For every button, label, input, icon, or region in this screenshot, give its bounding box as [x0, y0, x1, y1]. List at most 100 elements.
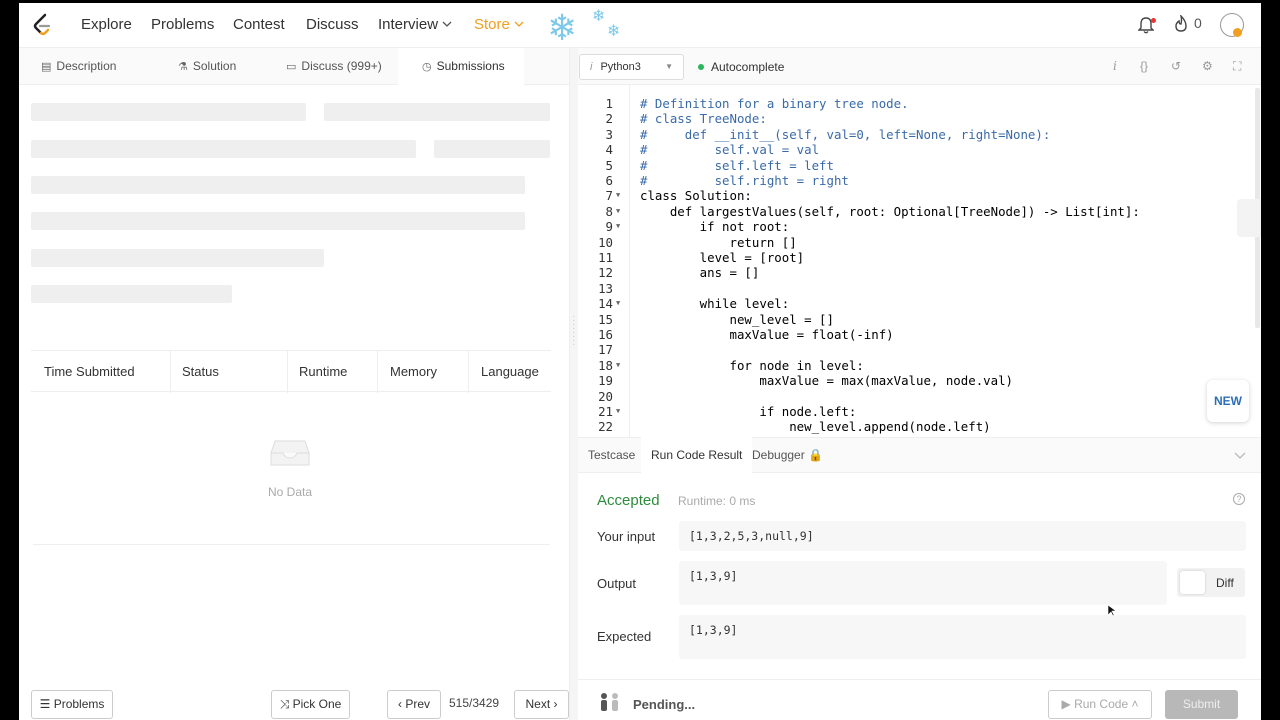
submit-button[interactable]: Submit	[1165, 690, 1238, 719]
tab-solution[interactable]: ⚗ Solution	[146, 48, 272, 85]
collapse-chevron-icon[interactable]	[1234, 452, 1246, 459]
fold-toggle-icon[interactable]: ▼	[616, 207, 620, 215]
result-status: Accepted	[597, 492, 660, 509]
line-number: 6	[605, 173, 613, 188]
divider	[33, 544, 550, 545]
run-code-label: Run Code	[1074, 697, 1129, 711]
code-line[interactable]: if not root:	[640, 219, 790, 234]
code-line[interactable]: # self.left = left	[640, 158, 834, 173]
code-line[interactable]: # def __init__(self, val=0, left=None, r…	[640, 127, 1050, 142]
nav-contest[interactable]: Contest	[233, 16, 285, 33]
tab-submissions-label: Submissions	[436, 59, 505, 73]
col-memory[interactable]: Memory	[390, 351, 437, 393]
notification-dot	[1151, 18, 1156, 23]
tab-submissions[interactable]: ◷ Submissions	[398, 48, 524, 85]
line-number: 19	[598, 373, 613, 389]
column-divider	[377, 351, 378, 393]
code-line[interactable]: def largestValues(self, root: Optional[T…	[640, 204, 1140, 219]
col-runtime[interactable]: Runtime	[299, 351, 347, 393]
tab-run-code-result[interactable]: Run Code Result	[641, 437, 753, 473]
settings-icon[interactable]: ⚙	[1202, 59, 1213, 73]
streak-count: 0	[1194, 15, 1202, 31]
document-icon: ▤	[41, 61, 52, 73]
pane-splitter[interactable]	[569, 48, 578, 720]
pick-one-button[interactable]: ⤨ Pick One	[271, 690, 350, 719]
column-divider	[468, 351, 469, 393]
tab-debugger[interactable]: Debugger 🔒	[742, 437, 833, 473]
code-line[interactable]: while level:	[640, 296, 790, 311]
nav-interview[interactable]: Interview	[378, 16, 452, 33]
submissions-table-header: Time Submitted Status Runtime Memory Lan…	[31, 350, 551, 393]
tab-description-label: Description	[56, 59, 117, 73]
line-number: 7	[605, 188, 613, 204]
nav-interview-label: Interview	[378, 16, 439, 33]
code-line[interactable]: # Definition for a binary tree node.	[640, 96, 909, 111]
line-number: 4	[605, 142, 613, 158]
tab-discuss-label: Discuss (999+)	[301, 59, 382, 73]
drag-handle-icon[interactable]: · · · · · · · ·	[572, 312, 575, 350]
output-value: [1,3,9]	[679, 561, 1167, 605]
diff-switch-knob[interactable]	[1180, 571, 1205, 594]
input-value: [1,3,2,5,3,null,9]	[679, 521, 1246, 551]
code-line[interactable]: if node.left:	[640, 404, 856, 419]
app-window: Explore Problems Contest Discuss Intervi…	[19, 3, 1261, 720]
autocomplete-toggle[interactable]: Autocomplete	[711, 60, 784, 74]
tab-debugger-label: Debugger	[752, 448, 805, 462]
col-language[interactable]: Language	[481, 351, 539, 393]
code-line[interactable]: for node in level:	[640, 358, 864, 373]
code-line[interactable]: ans = []	[640, 265, 760, 280]
lock-icon: 🔒	[808, 448, 824, 462]
col-status[interactable]: Status	[182, 351, 219, 393]
problems-list-button[interactable]: ☰ Problems	[31, 690, 113, 719]
new-feature-button[interactable]: NEW	[1207, 380, 1249, 422]
code-line[interactable]: level = [root]	[640, 250, 804, 265]
autocomplete-status-dot	[698, 64, 704, 70]
code-line[interactable]: new_level.append(node.left)	[640, 419, 990, 434]
fold-toggle-icon[interactable]: ▼	[616, 191, 620, 199]
code-line[interactable]: new_level = []	[640, 312, 834, 327]
tab-testcase[interactable]: Testcase	[578, 437, 645, 473]
problem-index: 515/3429	[449, 696, 500, 710]
line-number: 8	[605, 203, 613, 219]
help-icon[interactable]: ?	[1233, 493, 1245, 505]
snowflake-icon: ❄	[592, 8, 606, 25]
tab-description[interactable]: ▤ Description	[19, 48, 146, 85]
nav-discuss[interactable]: Discuss	[306, 16, 359, 33]
info-icon[interactable]: i	[1113, 59, 1117, 73]
braces-icon[interactable]: {}	[1140, 59, 1148, 73]
line-number: 20	[598, 388, 613, 404]
fold-toggle-icon[interactable]: ▼	[616, 407, 620, 415]
fullscreen-icon[interactable]: ⛶	[1233, 59, 1241, 74]
reset-icon[interactable]: ↺	[1171, 59, 1181, 73]
nav-explore[interactable]: Explore	[81, 16, 132, 33]
nav-problems[interactable]: Problems	[151, 16, 214, 33]
fold-toggle-icon[interactable]: ▼	[616, 361, 620, 369]
fire-icon[interactable]	[1173, 15, 1189, 33]
col-time-submitted[interactable]: Time Submitted	[44, 351, 135, 393]
code-line[interactable]: return []	[640, 235, 797, 250]
nav-store[interactable]: Store	[474, 16, 524, 33]
code-line[interactable]: maxValue = max(maxValue, node.val)	[640, 373, 1013, 388]
fold-toggle-icon[interactable]: ▼	[616, 222, 620, 230]
code-editor[interactable]: 1 # Definition for a binary tree node. 2 # …	[578, 85, 1261, 437]
code-line[interactable]: class Solution:	[640, 188, 752, 203]
leetcode-logo-icon[interactable]	[32, 13, 54, 37]
prev-button[interactable]: ‹ Prev	[387, 690, 441, 719]
code-line[interactable]: maxValue = float(-inf)	[640, 327, 894, 342]
pick-one-label: Pick One	[292, 697, 342, 711]
tab-discuss[interactable]: ▭ Discuss (999+)	[272, 48, 398, 85]
play-icon: ▶	[1061, 697, 1075, 711]
language-select[interactable]: i Python3 ▼	[579, 54, 684, 80]
loading-skeleton	[324, 103, 550, 121]
code-line[interactable]: # self.right = right	[640, 173, 849, 188]
fold-toggle-icon[interactable]: ▼	[616, 299, 620, 307]
output-label: Output	[597, 576, 637, 591]
side-panel-tab[interactable]	[1237, 199, 1261, 237]
line-number: 13	[598, 280, 613, 296]
next-button[interactable]: Next ›	[514, 690, 569, 719]
run-code-button[interactable]: ▶ Run Code ˄	[1048, 690, 1152, 719]
loading-skeleton	[31, 140, 416, 158]
code-line[interactable]: # class TreeNode:	[640, 111, 767, 126]
code-line[interactable]: # self.val = val	[640, 142, 819, 157]
shuffle-icon: ⤨	[279, 697, 293, 711]
